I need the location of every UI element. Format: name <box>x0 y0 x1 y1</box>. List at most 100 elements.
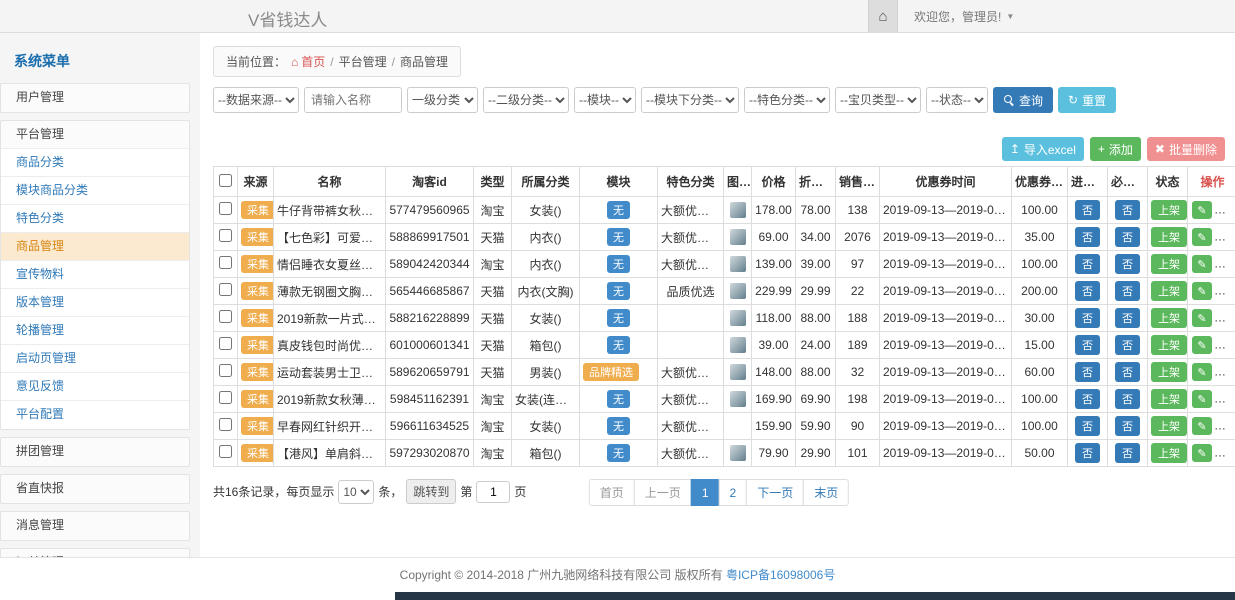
must-buy-button[interactable]: 否 <box>1115 200 1140 220</box>
sidebar-item[interactable]: 启动页管理 <box>1 345 189 373</box>
import-select-button[interactable]: 否 <box>1075 227 1100 247</box>
must-buy-button[interactable]: 否 <box>1115 254 1140 274</box>
import-select-button[interactable]: 否 <box>1075 362 1100 382</box>
edit-button[interactable]: ✎ <box>1192 417 1212 435</box>
add-button[interactable]: + 添加 <box>1090 137 1141 161</box>
page-number-input[interactable] <box>476 481 510 503</box>
name-input[interactable] <box>304 87 402 113</box>
query-button[interactable]: 查询 <box>993 87 1053 113</box>
must-buy-button[interactable]: 否 <box>1115 335 1140 355</box>
edit-button[interactable]: ✎ <box>1192 309 1212 327</box>
must-buy-button[interactable]: 否 <box>1115 389 1140 409</box>
row-checkbox[interactable] <box>219 418 232 431</box>
must-buy-button[interactable]: 否 <box>1115 308 1140 328</box>
sidebar-item[interactable]: 宣传物料 <box>1 261 189 289</box>
import-select-button[interactable]: 否 <box>1075 416 1100 436</box>
import-select-button[interactable]: 否 <box>1075 200 1100 220</box>
status-select[interactable]: --状态-- <box>926 87 988 113</box>
level2-category-select[interactable]: --二级分类-- <box>483 87 569 113</box>
breadcrumb-item[interactable]: 平台管理 <box>339 53 387 70</box>
status-button[interactable]: 上架 <box>1151 389 1187 409</box>
reset-button[interactable]: ↻ 重置 <box>1058 87 1116 113</box>
import-select-button[interactable]: 否 <box>1075 443 1100 463</box>
sidebar-item[interactable]: 省直快报 <box>1 475 189 503</box>
status-button[interactable]: 上架 <box>1151 362 1187 382</box>
data-source-select[interactable]: --数据来源-- <box>213 87 299 113</box>
must-buy-button[interactable]: 否 <box>1115 227 1140 247</box>
import-select-button[interactable]: 否 <box>1075 254 1100 274</box>
edit-button[interactable]: ✎ <box>1192 363 1212 381</box>
must-buy-button[interactable]: 否 <box>1115 416 1140 436</box>
status-button[interactable]: 上架 <box>1151 227 1187 247</box>
sidebar-item[interactable]: 用户管理 <box>1 84 189 112</box>
row-checkbox[interactable] <box>219 283 232 296</box>
import-excel-button[interactable]: ↥ 导入excel <box>1002 137 1084 161</box>
status-button[interactable]: 上架 <box>1151 281 1187 301</box>
row-checkbox[interactable] <box>219 310 232 323</box>
edit-button[interactable]: ✎ <box>1192 336 1212 354</box>
feature-category-select[interactable]: --特色分类-- <box>744 87 830 113</box>
import-select-button[interactable]: 否 <box>1075 335 1100 355</box>
page-button[interactable]: 下一页 <box>746 479 804 506</box>
page-button[interactable]: 2 <box>719 479 748 506</box>
per-page-select[interactable]: 10 <box>338 480 374 504</box>
select-all-checkbox[interactable] <box>219 174 232 187</box>
edit-button[interactable]: ✎ <box>1192 255 1212 273</box>
edit-button[interactable]: ✎ <box>1192 228 1212 246</box>
status-button[interactable]: 上架 <box>1151 308 1187 328</box>
row-checkbox[interactable] <box>219 364 232 377</box>
edit-button[interactable]: ✎ <box>1192 444 1212 462</box>
level1-category-select[interactable]: 一级分类 <box>407 87 478 113</box>
product-name: 牛仔背带裤女秋装减龄... <box>274 197 386 224</box>
copyright-text: Copyright © 2014-2018 广州九驰网络科技有限公司 版权所有 <box>400 568 723 582</box>
sidebar-item[interactable]: 拼团管理 <box>1 438 189 466</box>
page-button[interactable]: 1 <box>691 479 720 506</box>
sidebar-item[interactable]: 模块商品分类 <box>1 177 189 205</box>
status-button[interactable]: 上架 <box>1151 335 1187 355</box>
module-badge: 无 <box>607 336 630 354</box>
import-select-button[interactable]: 否 <box>1075 281 1100 301</box>
must-buy-button[interactable]: 否 <box>1115 281 1140 301</box>
feature-category: 大额优惠券 <box>658 413 724 440</box>
status-button[interactable]: 上架 <box>1151 200 1187 220</box>
edit-button[interactable]: ✎ <box>1192 201 1212 219</box>
row-checkbox[interactable] <box>219 229 232 242</box>
sidebar-item[interactable]: 版本管理 <box>1 289 189 317</box>
sidebar-item[interactable]: 意见反馈 <box>1 373 189 401</box>
row-checkbox[interactable] <box>219 202 232 215</box>
jump-button[interactable]: 跳转到 <box>406 479 456 504</box>
sidebar-item[interactable]: 轮播管理 <box>1 317 189 345</box>
breadcrumb-home-link[interactable]: ⌂首页 <box>291 53 325 70</box>
batch-delete-button[interactable]: ✖ 批量删除 <box>1147 137 1225 161</box>
must-buy-button[interactable]: 否 <box>1115 443 1140 463</box>
row-checkbox[interactable] <box>219 256 232 269</box>
import-select-button[interactable]: 否 <box>1075 308 1100 328</box>
item-type-select[interactable]: --宝贝类型-- <box>835 87 921 113</box>
edit-button[interactable]: ✎ <box>1192 282 1212 300</box>
horizontal-scrollbar[interactable] <box>395 592 1235 600</box>
status-button[interactable]: 上架 <box>1151 443 1187 463</box>
row-checkbox[interactable] <box>219 391 232 404</box>
page-button[interactable]: 末页 <box>803 479 849 506</box>
row-checkbox[interactable] <box>219 445 232 458</box>
sidebar-item[interactable]: 消息管理 <box>1 512 189 540</box>
must-buy-button[interactable]: 否 <box>1115 362 1140 382</box>
module-sub-category-select[interactable]: --模块下分类-- <box>641 87 739 113</box>
status-button[interactable]: 上架 <box>1151 416 1187 436</box>
sidebar-item[interactable]: 平台配置 <box>1 401 189 429</box>
edit-button[interactable]: ✎ <box>1192 390 1212 408</box>
home-button[interactable]: ⌂ <box>868 0 898 32</box>
sidebar-item[interactable]: 特色分类 <box>1 205 189 233</box>
row-checkbox[interactable] <box>219 337 232 350</box>
page-button[interactable]: 上一页 <box>634 479 692 506</box>
import-select-button[interactable]: 否 <box>1075 389 1100 409</box>
sidebar-item[interactable]: 商品分类 <box>1 149 189 177</box>
icp-link[interactable]: 粤ICP备16098006号 <box>726 568 835 582</box>
sidebar-item[interactable]: 平台管理 <box>1 121 189 149</box>
page-button[interactable]: 首页 <box>589 479 635 506</box>
refresh-icon: ↻ <box>1068 93 1078 107</box>
status-button[interactable]: 上架 <box>1151 254 1187 274</box>
sidebar-item-active[interactable]: 商品管理 <box>1 233 189 261</box>
user-menu[interactable]: 欢迎您，管理员! ▼ <box>898 0 1030 32</box>
module-select[interactable]: --模块-- <box>574 87 636 113</box>
